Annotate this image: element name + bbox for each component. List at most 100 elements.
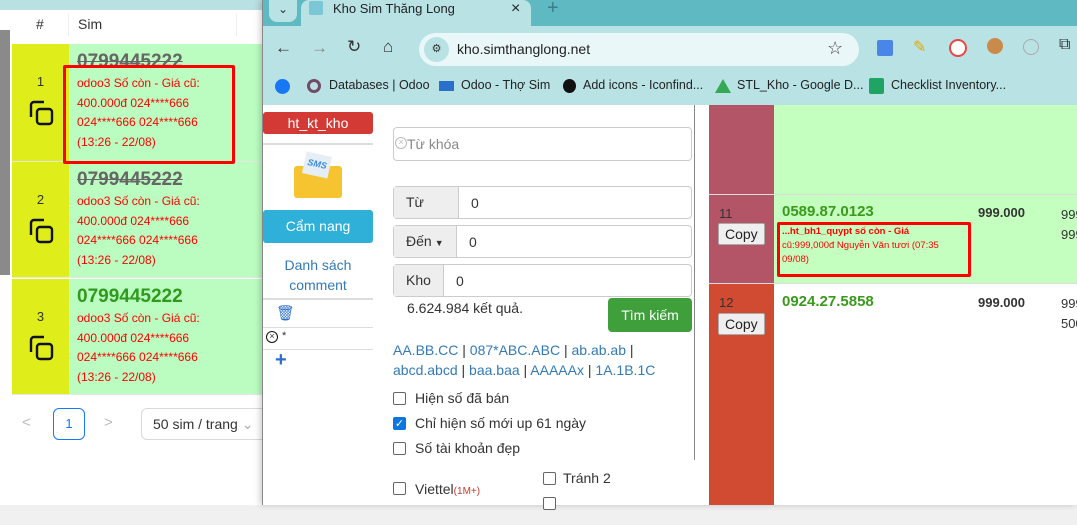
next-page-button[interactable]: >	[104, 414, 113, 431]
checkbox-label: Số tài khoản đẹp	[415, 440, 521, 456]
scrollbar[interactable]	[0, 30, 10, 275]
from-input-group: Từ ▼ 0	[393, 186, 692, 240]
pattern-link[interactable]: AAAAAx	[530, 362, 584, 378]
nice-account-checkbox[interactable]	[393, 442, 406, 455]
new-61-days-checkbox[interactable]: ✓	[393, 417, 406, 430]
avoid-checkbox[interactable]	[543, 497, 556, 510]
google-sheets-icon	[869, 78, 884, 94]
copy-icon[interactable]	[28, 218, 54, 244]
pattern-link[interactable]: ab.ab.ab	[571, 342, 626, 358]
sim-number[interactable]: 0589.87.0123	[782, 203, 874, 220]
avoid-2-checkbox[interactable]	[543, 472, 556, 485]
disabled-extension-icon[interactable]	[1023, 39, 1039, 55]
highlight-box	[63, 65, 235, 164]
row-index: 1	[36, 74, 45, 89]
bookmark[interactable]: Databases | Odoo	[329, 78, 430, 92]
extension-icon[interactable]	[949, 39, 967, 57]
pattern-links: AA.BB.CC | 087*ABC.ABC | ab.ab.ab | abcd…	[393, 342, 656, 378]
translate-extension-icon[interactable]	[877, 40, 893, 56]
col-header-index: #	[36, 16, 44, 32]
results-count: 6.624.984 kết quả.	[407, 300, 523, 316]
from-value[interactable]: 0	[471, 195, 479, 211]
copy-icon[interactable]	[28, 100, 54, 126]
highlight-box	[777, 222, 971, 277]
from-dropdown[interactable]: Từ ▼	[394, 187, 459, 240]
star-icon[interactable]: ☆	[827, 38, 843, 59]
browser-window: ⌄ Kho Sim Thăng Long × + ← → ↻ ⌂ ⚙ kho.s…	[262, 0, 1077, 510]
sim-number[interactable]: 0799445222	[77, 285, 254, 309]
pattern-link[interactable]: 087*ABC.ABC	[470, 342, 560, 358]
odoo-icon	[307, 79, 321, 93]
keyword-input[interactable]: × Từ khóa	[393, 127, 692, 161]
pattern-link[interactable]: AA.BB.CC	[393, 342, 458, 358]
to-dropdown[interactable]: Đến ▼	[394, 226, 457, 257]
chevron-down-icon: ⌄	[241, 416, 254, 432]
extra-values: 999999	[1061, 207, 1077, 242]
pattern-link[interactable]: abcd.abcd	[393, 362, 458, 378]
guide-button[interactable]: Cẩm nang	[263, 210, 373, 243]
favicon-icon	[309, 1, 323, 15]
copy-button[interactable]: Copy	[718, 313, 765, 335]
bookmark[interactable]: Add icons - Iconfind...	[583, 78, 703, 92]
bookmark[interactable]: Odoo - Thợ Sim	[461, 78, 550, 92]
extra-values: 999500	[1061, 296, 1077, 331]
google-drive-icon	[715, 79, 731, 93]
top-strip	[0, 0, 262, 10]
caret-down-icon: ▼	[434, 238, 444, 248]
page-1-button[interactable]: 1	[53, 408, 85, 440]
bookmark[interactable]: Checklist Inventory...	[891, 78, 1006, 92]
clear-icon[interactable]: ×	[266, 331, 278, 343]
close-icon[interactable]: ×	[511, 0, 520, 18]
pattern-link[interactable]: baa.baa	[469, 362, 520, 378]
home-icon[interactable]: ⌂	[383, 37, 393, 57]
reload-icon[interactable]: ↻	[347, 37, 361, 57]
search-button[interactable]: Tìm kiếm	[608, 298, 692, 332]
bookmark[interactable]: STL_Kho - Google D...	[737, 78, 863, 92]
table-row: 2 0799445222 odoo3 Số còn - Giá cũ: 400.0…	[12, 162, 262, 278]
pattern-link[interactable]: 1A.1B.1C	[595, 362, 655, 378]
facebook-icon	[275, 79, 290, 94]
copy-icon[interactable]	[28, 335, 54, 361]
highlighter-extension-icon[interactable]: ✎	[913, 37, 926, 57]
store-label: Kho	[394, 265, 444, 296]
sms-envelope-icon[interactable]: SMS	[294, 151, 342, 200]
sim-number[interactable]: 0924.27.5858	[782, 293, 874, 310]
sidebar: ht_kt_kho SMS Cẩm nang Danh sách comment …	[263, 105, 373, 505]
star-marker: *	[282, 330, 287, 342]
forward-icon[interactable]: →	[311, 38, 328, 58]
odoo-tho-sim-icon	[439, 81, 454, 91]
to-value[interactable]: 0	[469, 234, 477, 250]
viettel-checkbox[interactable]	[393, 482, 406, 495]
address-bar[interactable]: ⚙ kho.simthanglong.net ☆	[419, 33, 859, 66]
extensions-puzzle-icon[interactable]: ⧉	[1059, 36, 1070, 54]
cookie-extension-icon[interactable]	[987, 38, 1003, 54]
user-button[interactable]: ht_kt_kho	[263, 112, 373, 134]
price: 999.000	[978, 295, 1025, 310]
sim-number[interactable]: 0799445222	[77, 168, 254, 192]
tab-strip: ⌄ Kho Sim Thăng Long × +	[263, 0, 1077, 26]
row-index: 11	[719, 206, 733, 221]
back-icon[interactable]: ←	[275, 38, 292, 58]
to-input-group: Đến ▼ 0	[393, 225, 692, 258]
col-header-sim: Sim	[78, 16, 103, 32]
tab-title: Kho Sim Thăng Long	[333, 1, 455, 16]
checkbox-label: Tránh 2	[563, 470, 611, 486]
prev-page-button[interactable]: <	[22, 414, 31, 431]
clear-icon[interactable]: ×	[395, 137, 407, 149]
row-index: 3	[36, 309, 45, 324]
tab-active[interactable]: Kho Sim Thăng Long ×	[301, 0, 531, 26]
iconfinder-icon	[563, 79, 576, 93]
trash-icon[interactable]: 🗑	[276, 304, 295, 322]
copy-button[interactable]: Copy	[718, 223, 765, 245]
add-icon[interactable]: +	[275, 349, 287, 372]
page-size-select[interactable]: 50 sim / trang ⌄	[141, 408, 271, 440]
sim-note: odoo3 Số còn - Giá cũ: 400.000đ 024****66…	[77, 194, 200, 267]
comment-list-link[interactable]: Danh sách comment	[263, 255, 373, 295]
new-tab-button[interactable]: +	[547, 0, 559, 20]
show-sold-checkbox[interactable]	[393, 392, 406, 405]
site-info-icon[interactable]: ⚙	[424, 37, 449, 62]
url-text[interactable]: kho.simthanglong.net	[457, 41, 590, 57]
tab-search-button[interactable]: ⌄	[269, 0, 297, 22]
store-value[interactable]: 0	[456, 273, 464, 289]
table-row: 3 0799445222 odoo3 Số còn - Giá cũ: 400.0…	[12, 279, 262, 395]
